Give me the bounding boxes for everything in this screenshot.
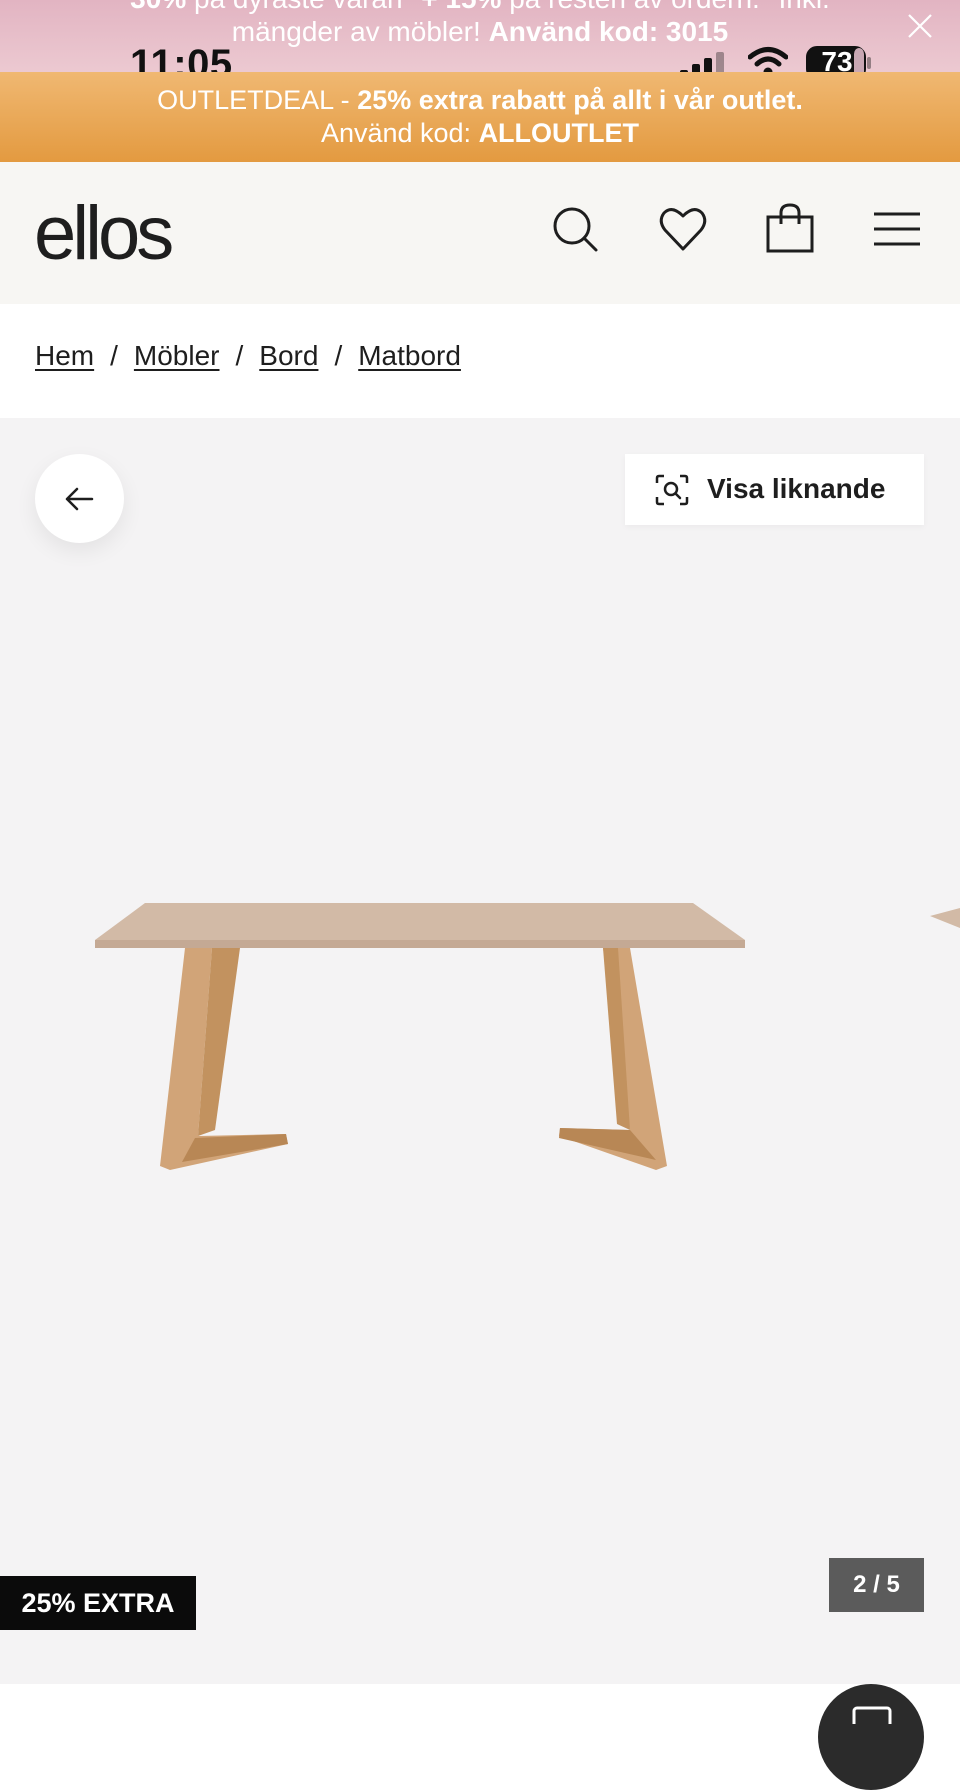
heart-icon[interactable] xyxy=(656,202,710,256)
outlet-code: ALLOUTLET xyxy=(478,118,640,148)
outlet-highlight: 25% extra rabatt på allt i vår outlet. xyxy=(357,85,803,115)
search-icon[interactable] xyxy=(548,202,602,256)
promo-text: på resten av ordern.* Inkl. xyxy=(501,0,830,14)
promo-text: mängder av möbler! xyxy=(231,16,489,47)
breadcrumb-tables[interactable]: Bord xyxy=(259,340,318,371)
promo-line-2: mängder av möbler! Använd kod: 3015 xyxy=(0,15,960,49)
breadcrumb-furniture[interactable]: Möbler xyxy=(134,340,220,371)
show-similar-button[interactable]: Visa liknande xyxy=(625,454,924,525)
discount-badge: 25% EXTRA xyxy=(0,1576,196,1630)
breadcrumb-home[interactable]: Hem xyxy=(35,340,94,371)
outlet-text: OUTLETDEAL - xyxy=(157,85,358,115)
image-counter: 2 / 5 xyxy=(829,1558,924,1612)
breadcrumb-separator: / xyxy=(110,340,118,371)
close-icon[interactable] xyxy=(906,12,934,40)
outlet-text: Använd kod: xyxy=(320,118,479,148)
site-header: ellos xyxy=(0,162,960,304)
gallery-back-button[interactable] xyxy=(35,454,124,543)
outlet-line-2: Använd kod: ALLOUTLET xyxy=(0,117,960,150)
breadcrumb-dining-tables[interactable]: Matbord xyxy=(358,340,461,371)
chat-button[interactable] xyxy=(818,1684,924,1790)
visual-search-icon xyxy=(655,474,689,506)
promo-code: Använd kod: 3015 xyxy=(488,16,729,47)
promo-text: på dyraste varan* xyxy=(186,0,421,14)
promo-line-1: 30% på dyraste varan* + 15% på resten av… xyxy=(0,0,960,16)
breadcrumb: Hem / Möbler / Bord / Matbord xyxy=(35,340,461,372)
product-gallery[interactable]: Visa liknande 2 / 5 25% EXTRA xyxy=(0,418,960,1684)
promo-highlight: + 15% xyxy=(421,0,501,14)
next-product-image-peek[interactable] xyxy=(930,908,960,938)
breadcrumb-separator: / xyxy=(235,340,244,371)
arrow-left-icon xyxy=(65,487,94,511)
promo-banner-top: 30% på dyraste varan* + 15% på resten av… xyxy=(0,0,960,72)
promo-highlight: 30% xyxy=(130,0,186,14)
menu-icon[interactable] xyxy=(870,202,924,256)
shopping-bag-icon[interactable] xyxy=(763,202,817,256)
show-similar-label: Visa liknande xyxy=(707,473,886,504)
breadcrumb-separator: / xyxy=(334,340,343,371)
product-image-dining-table[interactable] xyxy=(90,898,750,1218)
outlet-line-1: OUTLETDEAL - 25% extra rabatt på allt i … xyxy=(0,84,960,117)
outlet-banner[interactable]: OUTLETDEAL - 25% extra rabatt på allt i … xyxy=(0,72,960,162)
chat-icon xyxy=(852,1706,892,1724)
ellos-logo[interactable]: ellos xyxy=(34,190,174,277)
